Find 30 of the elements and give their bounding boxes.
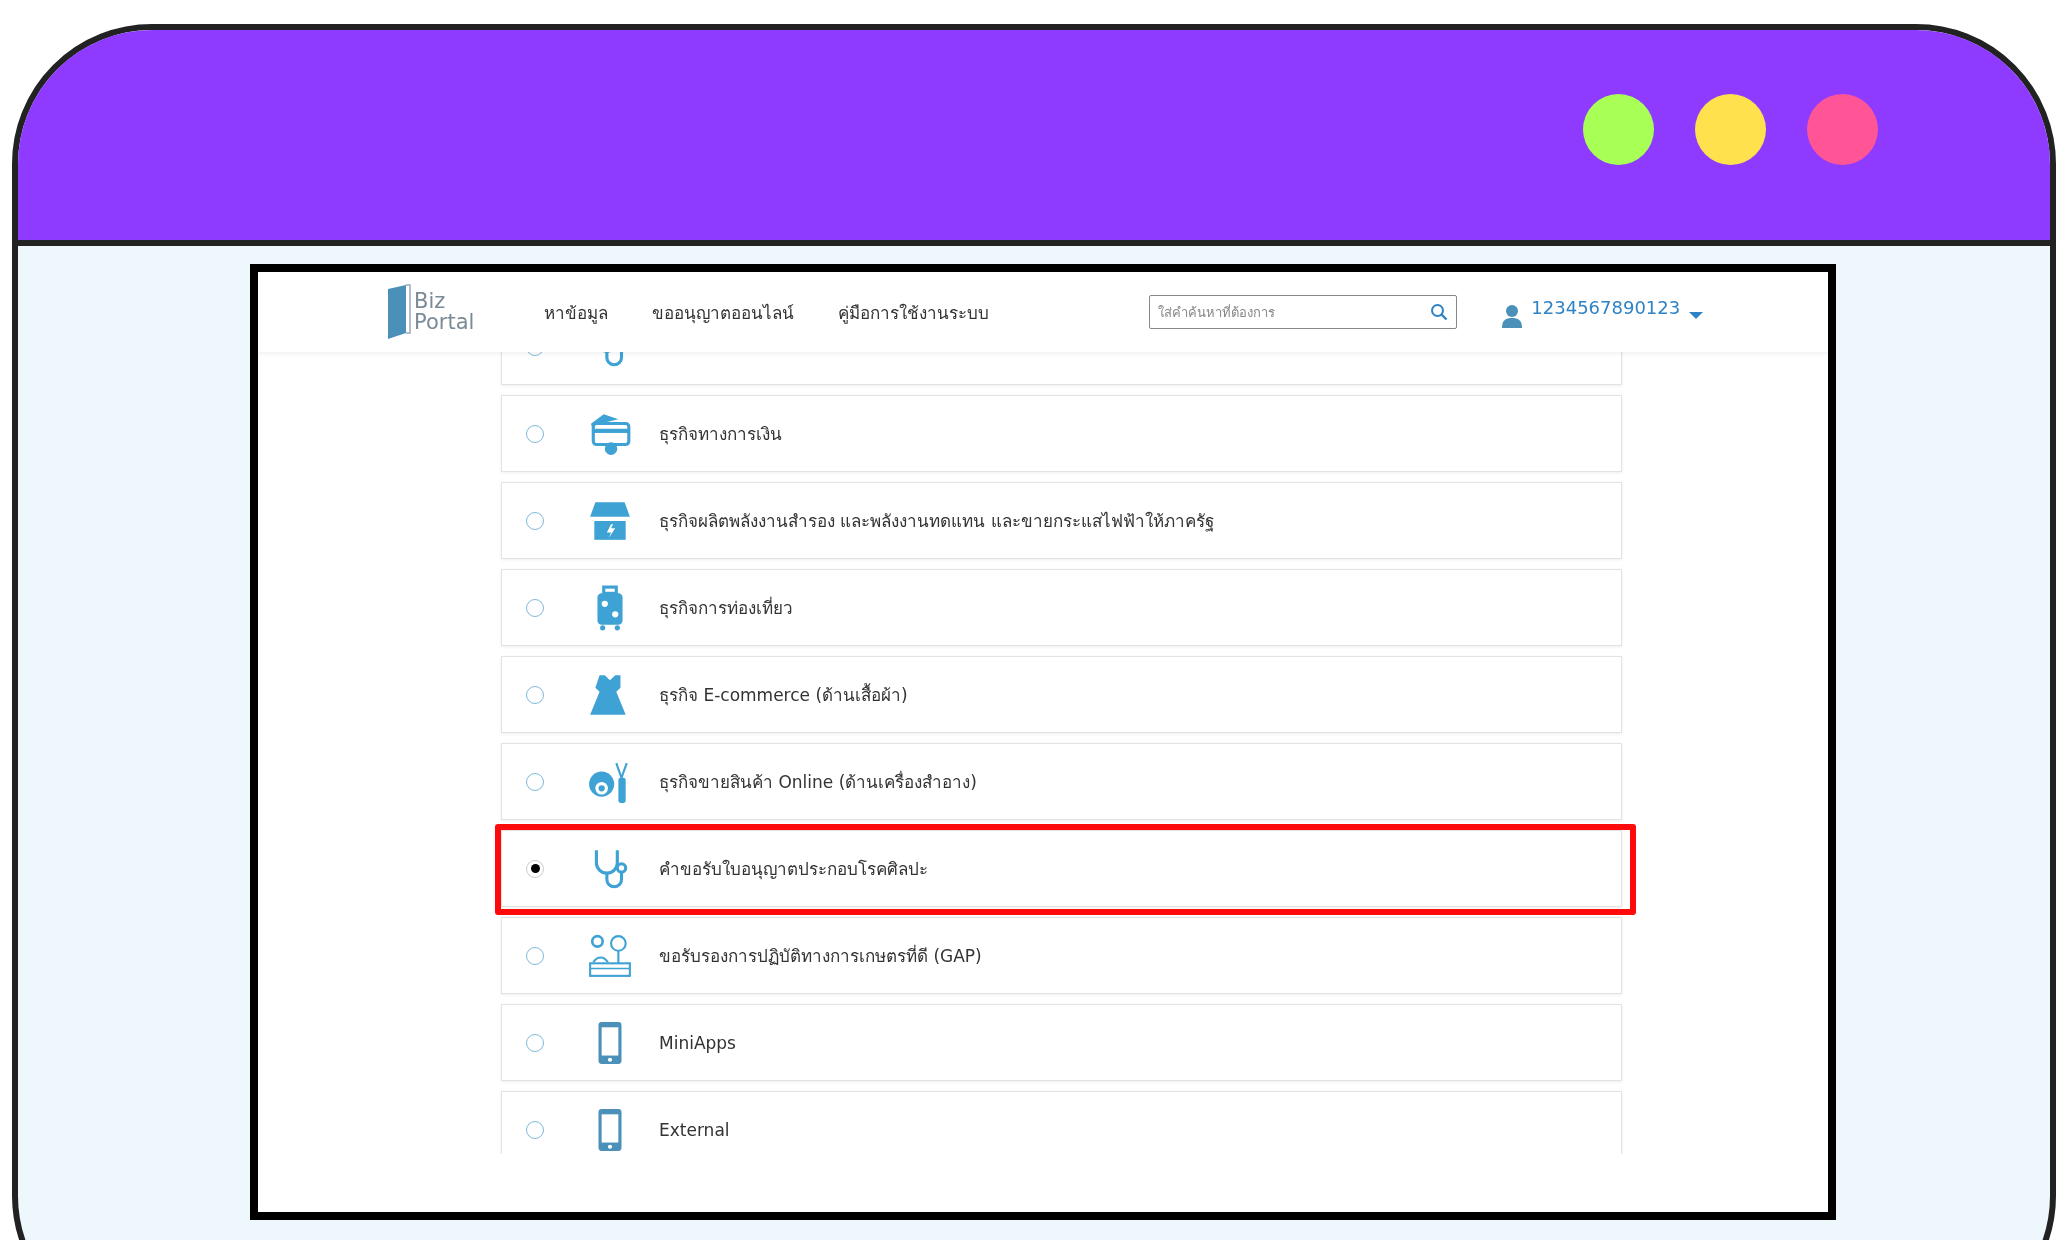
option-row[interactable]: คำขอรับใบอนุญาตประกอบโรคศิลปะ — [501, 830, 1622, 907]
nav-menu-item[interactable]: ขออนุญาตออนไลน์ — [652, 298, 795, 326]
option-row[interactable]: ธุรกิจขายสินค้า Online (ด้านเครื่องสำอาง) — [501, 743, 1622, 820]
option-label: External — [659, 1119, 730, 1140]
option-label: ขอรับรองการปฏิบัติทางการเกษตรที่ดี (GAP) — [659, 943, 982, 968]
option-label: ธุรกิจทางการเงิน — [659, 423, 782, 447]
option-label: ธุรกิจผลิตพลังงานสำรอง และพลังงานทดแทน และขายกระแสไฟฟ้าให้ภาครัฐ — [659, 510, 1214, 534]
user-id[interactable]: 1234567890123 — [1531, 296, 1681, 318]
option-row[interactable]: ธุรกิจ E-commerce (ด้านเสื้อผ้า) — [501, 656, 1622, 733]
nav-menu-item[interactable]: หาข้อมูล — [544, 298, 609, 326]
farm-gear-icon — [587, 932, 633, 979]
option-label: ธุรกิจ E-commerce (ด้านเสื้อผ้า) — [659, 682, 908, 708]
nav-menu-item[interactable]: คู่มือการใช้งานระบบ — [838, 298, 990, 326]
option-row[interactable]: ธุรกิจการท่องเที่ยว — [501, 569, 1622, 646]
option-row[interactable]: ธุรกิจผลิตพลังงานสำรอง และพลังงานทดแทน และขายกระแสไฟฟ้าให้ภาครัฐ — [501, 482, 1622, 559]
option-row[interactable]: External — [501, 1091, 1622, 1154]
door-logo-icon — [386, 283, 412, 341]
search-icon[interactable] — [1430, 303, 1449, 321]
user-icon[interactable] — [1501, 304, 1524, 328]
caret-icon[interactable] — [1688, 310, 1705, 320]
option-row[interactable]: ขอรับรองการปฏิบัติทางการเกษตรที่ดี (GAP) — [501, 917, 1622, 994]
option-row[interactable]: ธุรกิจทางการเงิน — [501, 395, 1622, 472]
search-field[interactable]: ใส่คำค้นหาที่ต้องการ — [1149, 295, 1458, 329]
option-label: ธุรกิจการท่องเที่ยว — [659, 595, 793, 621]
option-row[interactable]: MiniApps — [501, 1004, 1622, 1081]
logo-text: Biz — [414, 291, 447, 312]
option-label: คำขอรับใบอนุญาตประกอบโรคศิลปะ — [659, 858, 928, 882]
option-label: ธุรกิจขายสินค้า Online (ด้านเครื่องสำอาง) — [659, 769, 977, 795]
option-label: MiniApps — [659, 1032, 736, 1053]
logo-text: Portal — [414, 312, 475, 333]
